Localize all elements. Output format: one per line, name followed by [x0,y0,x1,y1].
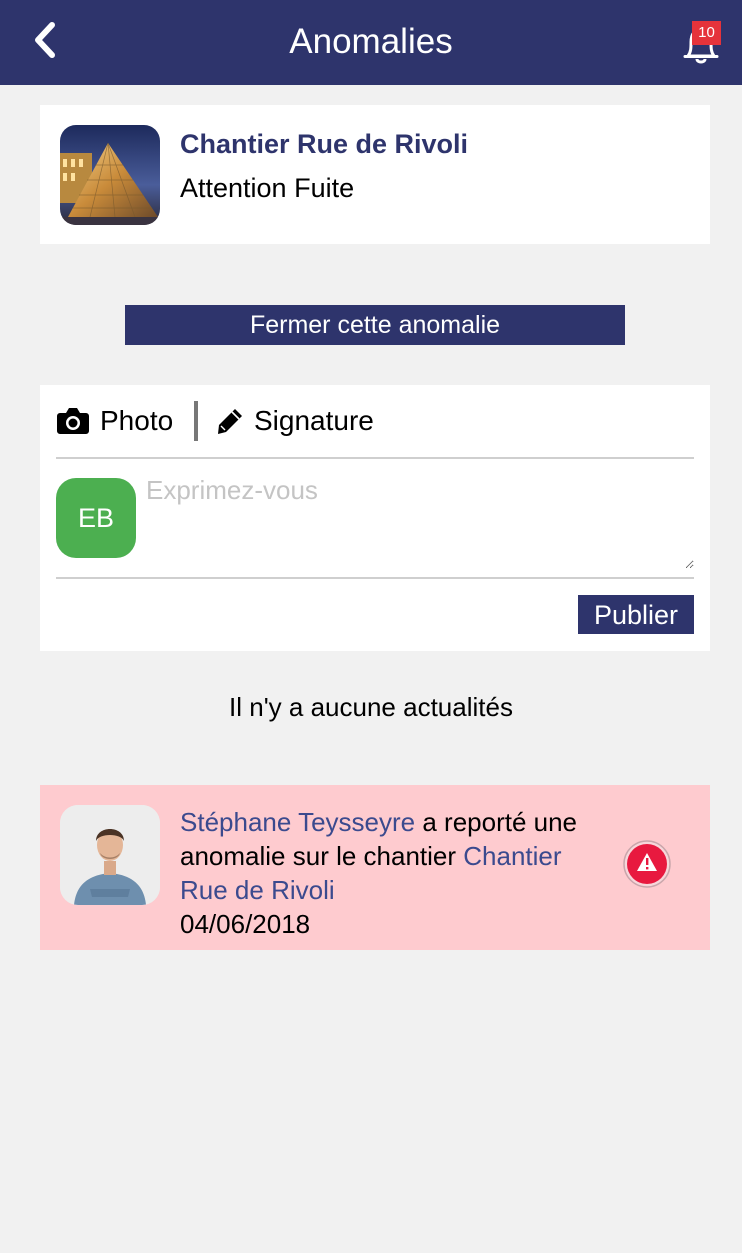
user-avatar: EB [56,478,136,558]
close-anomaly-button[interactable]: Fermer cette anomalie [125,305,625,345]
project-thumbnail [60,125,160,225]
page-title: Anomalies [289,22,453,61]
anomaly-report-item[interactable]: Stéphane Teysseyre a reporté une anomali… [40,785,710,950]
warning-icon[interactable] [622,839,672,889]
louvre-pyramid-image [60,125,160,225]
reporter-avatar [60,805,160,905]
camera-icon [57,408,89,434]
photo-label: Photo [100,405,174,436]
app-header: Anomalies 10 [0,0,742,85]
divider [56,577,694,579]
project-card[interactable]: Chantier Rue de Rivoli Attention Fuite [40,105,710,244]
photo-button[interactable]: Photo [56,403,173,439]
signature-label: Signature [254,405,374,436]
anomaly-title: Attention Fuite [180,173,355,203]
post-input[interactable] [144,473,694,569]
post-composer: Photo Signature EB Publier [40,385,710,651]
divider [56,457,694,459]
signature-button[interactable]: Signature [216,403,374,439]
empty-feed-message: Il n'y a aucune actualités [229,692,513,722]
reporter-name-link[interactable]: Stéphane Teysseyre [180,807,415,837]
person-photo-image [60,805,160,905]
notification-count-badge: 10 [692,21,721,45]
pencil-icon [218,409,242,434]
publish-button[interactable]: Publier [578,595,694,634]
report-date: 04/06/2018 [180,909,311,939]
toolbar-divider [194,401,198,441]
project-name: Chantier Rue de Rivoli [180,129,469,159]
anomaly-report-text: Stéphane Teysseyre a reporté une anomali… [180,805,600,941]
